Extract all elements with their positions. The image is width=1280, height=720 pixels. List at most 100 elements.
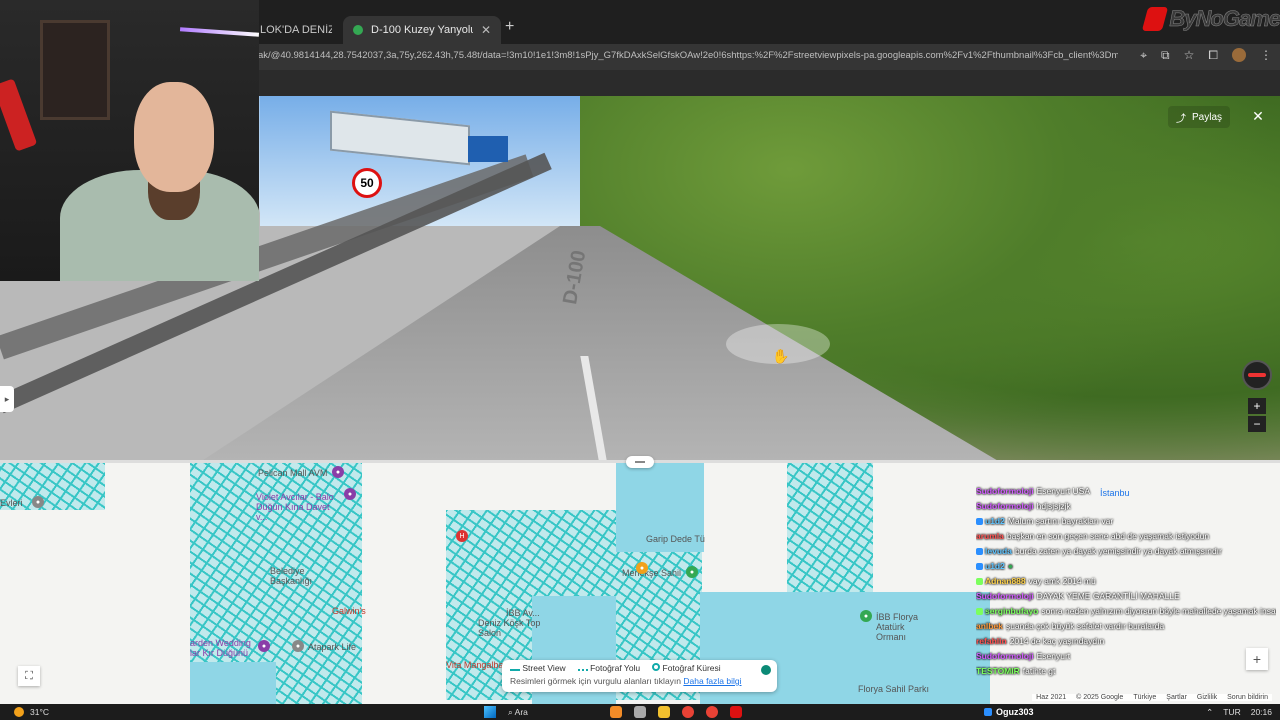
poi-garip-dede[interactable]: Garip Dede Tü: [646, 534, 705, 544]
tab-active[interactable]: D-100 Kuzey Yanyolu - Google ✕: [343, 16, 501, 44]
resize-handle[interactable]: [626, 456, 654, 468]
bookmark-star-icon[interactable]: ☆: [1184, 48, 1195, 63]
legend-photo-path: Fotoğraf Yolu: [577, 663, 641, 673]
legend-label: Fotoğraf Yolu: [590, 663, 641, 673]
legend-toggle[interactable]: [761, 665, 771, 675]
chat-text: DAYAK YEME GARANTİLİ MAHALLE: [1036, 591, 1180, 601]
windows-start-icon[interactable]: [484, 706, 496, 718]
chat-emote-icon: ●: [1007, 561, 1013, 571]
clock[interactable]: 20:16: [1251, 707, 1272, 718]
more-info-link[interactable]: Daha fazla bilgi: [683, 676, 741, 686]
legend-photo-sphere: Fotoğraf Küresi: [652, 663, 721, 673]
menu-kebab-icon[interactable]: ⋮: [1260, 48, 1272, 63]
share-label: Paylaş: [1192, 111, 1223, 123]
logo-text: ByNoGame: [1169, 6, 1280, 32]
poi-florya-ormani[interactable]: İBB Florya Atatürk Ormanı: [876, 612, 936, 642]
poi-belediye[interactable]: Belediye Başkanlığı: [270, 566, 330, 586]
cast-icon[interactable]: ⧉: [1161, 48, 1170, 63]
footer-country[interactable]: Türkiye: [1133, 694, 1156, 701]
compass-icon[interactable]: [1242, 360, 1272, 390]
chat-message: anlbek şuanda çok büyük sefalet vardır bu…: [976, 619, 1276, 634]
footer-privacy[interactable]: Gizlilik: [1197, 694, 1217, 701]
chrome-icon[interactable]: [705, 706, 718, 718]
park-pin-icon[interactable]: ●: [686, 566, 698, 578]
extensions-icon[interactable]: ⧠: [1208, 48, 1218, 63]
profile-avatar[interactable]: [1232, 48, 1246, 62]
chat-message: TESTOMIR fatihte gt: [976, 664, 1276, 679]
fullscreen-icon[interactable]: ⛶: [18, 666, 40, 686]
chat-username: serginbufayo: [985, 606, 1039, 616]
address-bar[interactable]: ak/@40.9814144,28.7542037,3a,75y,262.43h…: [258, 50, 1118, 61]
venue-pin-icon[interactable]: ●: [344, 488, 356, 500]
tray-chevron-icon[interactable]: ⌃: [1206, 707, 1213, 718]
chat-message: refahlin 2014 de kaç yaşındaydın: [976, 634, 1276, 649]
chat-message: Sudoformoloji Esenyurt USA: [976, 484, 1276, 499]
zoom-in-button[interactable]: +: [1248, 398, 1266, 414]
new-tab-button[interactable]: +: [505, 18, 514, 36]
poi-galwins[interactable]: Galwin's: [332, 606, 366, 616]
share-button[interactable]: ⤴ Paylaş: [1168, 106, 1231, 128]
screen: LOK'DA DENİZ-... D-100 Kuzey Yanyolu - G…: [0, 0, 1280, 720]
poi-pelican-mall[interactable]: Pelican Mall AVM: [258, 468, 327, 478]
taskbar-apps: ⌕ Ara: [484, 706, 742, 718]
poi-atapark[interactable]: Atapark Life: [308, 642, 356, 652]
close-street-view-button[interactable]: ✕: [1248, 106, 1268, 126]
chat-message: u1d2 Malum şartını bayrakları var: [976, 514, 1276, 529]
chat-badge-icon: [976, 563, 983, 571]
pegman-icon[interactable]: ●: [636, 562, 648, 574]
street-view-legend: Street View Fotoğraf Yolu Fotoğraf Küres…: [502, 660, 777, 692]
user-badge-icon: [984, 708, 992, 716]
street-view-zoom: + −: [1248, 398, 1266, 432]
photo-sphere-icon: [652, 663, 661, 671]
zoom-out-button[interactable]: −: [1248, 416, 1266, 432]
speed-limit-sign: 50: [352, 168, 382, 198]
poi-violet-avcilar[interactable]: Violet Avcılar - Balo Düğün Kına Davet v…: [256, 492, 342, 522]
chat-text: hdjsjsjzjk: [1036, 501, 1071, 511]
chat-message: levuda burda zaten ya dayak yemişsindir y…: [976, 544, 1276, 559]
search-label: Ara: [514, 706, 528, 717]
legend-street-view: Street View: [510, 663, 566, 673]
taskbar-search[interactable]: ⌕ Ara: [508, 707, 528, 718]
poi-menekse-sahil[interactable]: Menekşe Sahil: [622, 568, 681, 578]
tab-previous[interactable]: LOK'DA DENİZ-...: [250, 16, 342, 44]
poi-pin-icon: ●: [32, 496, 44, 508]
streamer-name-overlay: Oguz303: [984, 707, 1034, 717]
chat-text: şuanda çok büyük sefalet vardır buralard…: [1005, 621, 1165, 631]
poi-pin-icon: ●: [292, 640, 304, 652]
chat-username: Adnan888: [985, 576, 1026, 586]
chat-text: burda zaten ya dayak yemişsindir ya daya…: [1014, 546, 1222, 556]
chat-username: refahlin: [976, 636, 1007, 646]
recording-app-icon[interactable]: [729, 706, 742, 718]
streamer-head: [134, 82, 214, 192]
hospital-pin-icon[interactable]: H: [456, 530, 468, 542]
chat-username: levuda: [985, 546, 1012, 556]
footer-terms[interactable]: Şartlar: [1166, 694, 1187, 701]
chat-username: Sudoformoloji: [976, 501, 1034, 511]
poi-florya-sahil[interactable]: Florya Sahil Parkı: [858, 684, 929, 694]
photo-path-icon: [577, 669, 588, 671]
chat-message: Adnan888 vay amk 2014 mü: [976, 574, 1276, 589]
chat-text: vay amk 2014 mü: [1028, 576, 1096, 586]
chat-badge-icon: [976, 548, 983, 556]
mall-pin-icon[interactable]: ●: [332, 466, 344, 478]
stream-chat: Sudoformoloji Esenyurt USA Sudoformoloji h…: [976, 484, 1276, 679]
file-explorer-icon[interactable]: [657, 706, 670, 718]
park-pin-icon[interactable]: ●: [860, 610, 872, 622]
language-indicator[interactable]: TUR: [1223, 707, 1240, 718]
location-icon[interactable]: ⌖: [1140, 48, 1147, 63]
maps-favicon-icon: [353, 25, 363, 35]
app-icon[interactable]: [609, 706, 622, 718]
poi-deniz-kosk[interactable]: Deniz Köşk Top Salon: [478, 618, 548, 638]
chrome-icon[interactable]: [681, 706, 694, 718]
footer-report[interactable]: Sorun bildirin: [1227, 694, 1268, 701]
task-view-icon[interactable]: [633, 706, 646, 718]
weather-widget[interactable]: 31°C: [14, 707, 49, 717]
expand-side-panel-button[interactable]: ▸: [0, 386, 14, 412]
close-tab-icon[interactable]: ✕: [481, 23, 491, 37]
chat-username: Sudoformoloji: [976, 591, 1034, 601]
poi-garden-wedding[interactable]: arden Wedding lar Kır Düğünü: [190, 638, 260, 658]
legend-hint: Resimleri görmek için vurgulu alanları t…: [510, 676, 682, 686]
microphone: [0, 78, 38, 152]
toolbar-icons: ⌖ ⧉ ☆ ⧠ ⋮: [1140, 48, 1272, 63]
chat-username: u1d2: [985, 561, 1005, 571]
